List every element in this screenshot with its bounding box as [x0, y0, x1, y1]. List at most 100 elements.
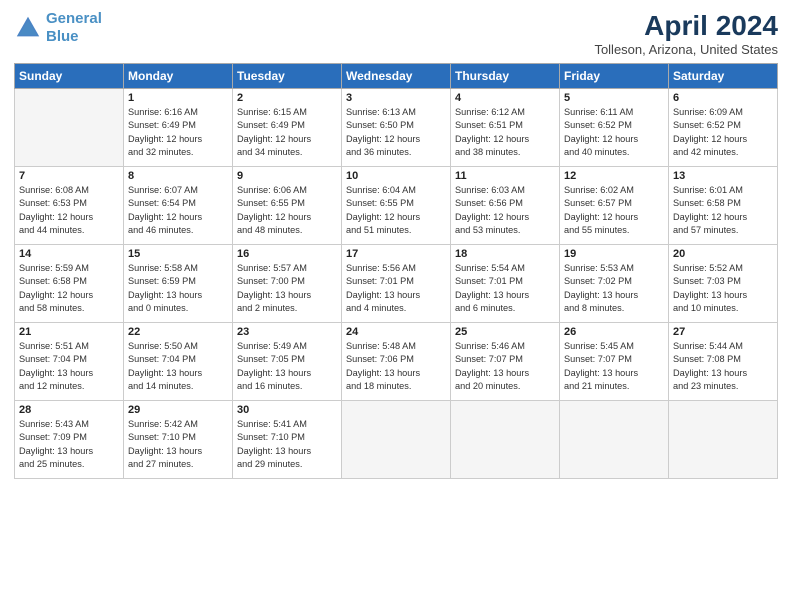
day-info: Sunrise: 5:43 AM Sunset: 7:09 PM Dayligh…: [19, 418, 119, 471]
day-info: Sunrise: 5:44 AM Sunset: 7:08 PM Dayligh…: [673, 340, 773, 393]
day-cell: 21 Sunrise: 5:51 AM Sunset: 7:04 PM Dayli…: [15, 323, 124, 401]
col-sunday: Sunday: [15, 64, 124, 89]
col-thursday: Thursday: [451, 64, 560, 89]
day-number: 2: [237, 92, 337, 104]
day-number: 22: [128, 326, 228, 338]
day-cell: 30 Sunrise: 5:41 AM Sunset: 7:10 PM Dayli…: [233, 401, 342, 479]
day-info: Sunrise: 5:51 AM Sunset: 7:04 PM Dayligh…: [19, 340, 119, 393]
day-info: Sunrise: 6:11 AM Sunset: 6:52 PM Dayligh…: [564, 106, 664, 159]
day-cell: 10 Sunrise: 6:04 AM Sunset: 6:55 PM Dayli…: [342, 167, 451, 245]
day-number: 7: [19, 170, 119, 182]
day-info: Sunrise: 5:59 AM Sunset: 6:58 PM Dayligh…: [19, 262, 119, 315]
day-info: Sunrise: 5:45 AM Sunset: 7:07 PM Dayligh…: [564, 340, 664, 393]
col-monday: Monday: [124, 64, 233, 89]
subtitle: Tolleson, Arizona, United States: [594, 42, 778, 57]
logo-text: General Blue: [46, 10, 102, 46]
day-number: 30: [237, 404, 337, 416]
day-cell: 25 Sunrise: 5:46 AM Sunset: 7:07 PM Dayli…: [451, 323, 560, 401]
day-info: Sunrise: 6:06 AM Sunset: 6:55 PM Dayligh…: [237, 184, 337, 237]
title-block: April 2024 Tolleson, Arizona, United Sta…: [594, 10, 778, 57]
day-info: Sunrise: 6:09 AM Sunset: 6:52 PM Dayligh…: [673, 106, 773, 159]
day-cell: 22Sunrise: 5:50 AM Sunset: 7:04 PM Dayli…: [124, 323, 233, 401]
day-cell: 17Sunrise: 5:56 AM Sunset: 7:01 PM Dayli…: [342, 245, 451, 323]
day-number: 4: [455, 92, 555, 104]
day-cell: [15, 89, 124, 167]
day-number: 20: [673, 248, 773, 260]
logo: General Blue: [14, 10, 102, 46]
day-number: 27: [673, 326, 773, 338]
day-number: 28: [19, 404, 119, 416]
day-number: 26: [564, 326, 664, 338]
day-cell: 8 Sunrise: 6:07 AM Sunset: 6:54 PM Daylig…: [124, 167, 233, 245]
col-tuesday: Tuesday: [233, 64, 342, 89]
day-cell: 2Sunrise: 6:15 AM Sunset: 6:49 PM Daylig…: [233, 89, 342, 167]
day-info: Sunrise: 5:41 AM Sunset: 7:10 PM Dayligh…: [237, 418, 337, 471]
day-info: Sunrise: 6:03 AM Sunset: 6:56 PM Dayligh…: [455, 184, 555, 237]
month-title: April 2024: [594, 10, 778, 42]
day-info: Sunrise: 5:46 AM Sunset: 7:07 PM Dayligh…: [455, 340, 555, 393]
week-row-5: 28 Sunrise: 5:43 AM Sunset: 7:09 PM Dayli…: [15, 401, 778, 479]
page-container: General Blue April 2024 Tolleson, Arizon…: [0, 0, 792, 489]
day-number: 25: [455, 326, 555, 338]
day-cell: 16 Sunrise: 5:57 AM Sunset: 7:00 PM Dayli…: [233, 245, 342, 323]
logo-icon: [14, 14, 42, 42]
day-cell: 1 Sunrise: 6:16 AM Sunset: 6:49 PM Daylig…: [124, 89, 233, 167]
day-number: 6: [673, 92, 773, 104]
day-cell: 4 Sunrise: 6:12 AM Sunset: 6:51 PM Daylig…: [451, 89, 560, 167]
day-info: Sunrise: 5:49 AM Sunset: 7:05 PM Dayligh…: [237, 340, 337, 393]
day-number: 29: [128, 404, 228, 416]
day-number: 8: [128, 170, 228, 182]
day-cell: [560, 401, 669, 479]
day-cell: 18 Sunrise: 5:54 AM Sunset: 7:01 PM Dayli…: [451, 245, 560, 323]
logo-blue: Blue: [46, 28, 79, 45]
day-info: Sunrise: 5:48 AM Sunset: 7:06 PM Dayligh…: [346, 340, 446, 393]
day-number: 5: [564, 92, 664, 104]
day-info: Sunrise: 5:54 AM Sunset: 7:01 PM Dayligh…: [455, 262, 555, 315]
calendar-body: 1 Sunrise: 6:16 AM Sunset: 6:49 PM Daylig…: [15, 89, 778, 479]
week-row-1: 1 Sunrise: 6:16 AM Sunset: 6:49 PM Daylig…: [15, 89, 778, 167]
day-info: Sunrise: 5:57 AM Sunset: 7:00 PM Dayligh…: [237, 262, 337, 315]
col-friday: Friday: [560, 64, 669, 89]
day-cell: 15Sunrise: 5:58 AM Sunset: 6:59 PM Dayli…: [124, 245, 233, 323]
header: General Blue April 2024 Tolleson, Arizon…: [14, 10, 778, 57]
calendar-table: Sunday Monday Tuesday Wednesday Thursday…: [14, 63, 778, 479]
week-row-3: 14 Sunrise: 5:59 AM Sunset: 6:58 PM Dayli…: [15, 245, 778, 323]
week-row-2: 7 Sunrise: 6:08 AM Sunset: 6:53 PM Daylig…: [15, 167, 778, 245]
col-wednesday: Wednesday: [342, 64, 451, 89]
day-info: Sunrise: 6:12 AM Sunset: 6:51 PM Dayligh…: [455, 106, 555, 159]
day-info: Sunrise: 6:04 AM Sunset: 6:55 PM Dayligh…: [346, 184, 446, 237]
header-row: Sunday Monday Tuesday Wednesday Thursday…: [15, 64, 778, 89]
day-info: Sunrise: 6:07 AM Sunset: 6:54 PM Dayligh…: [128, 184, 228, 237]
day-info: Sunrise: 6:02 AM Sunset: 6:57 PM Dayligh…: [564, 184, 664, 237]
day-cell: 14 Sunrise: 5:59 AM Sunset: 6:58 PM Dayli…: [15, 245, 124, 323]
day-number: 10: [346, 170, 446, 182]
day-cell: 19Sunrise: 5:53 AM Sunset: 7:02 PM Dayli…: [560, 245, 669, 323]
day-cell: 11 Sunrise: 6:03 AM Sunset: 6:56 PM Dayli…: [451, 167, 560, 245]
day-number: 3: [346, 92, 446, 104]
day-cell: 12Sunrise: 6:02 AM Sunset: 6:57 PM Dayli…: [560, 167, 669, 245]
day-number: 21: [19, 326, 119, 338]
day-cell: 27 Sunrise: 5:44 AM Sunset: 7:08 PM Dayli…: [669, 323, 778, 401]
day-cell: 3Sunrise: 6:13 AM Sunset: 6:50 PM Daylig…: [342, 89, 451, 167]
day-cell: 24Sunrise: 5:48 AM Sunset: 7:06 PM Dayli…: [342, 323, 451, 401]
day-number: 11: [455, 170, 555, 182]
day-cell: 29 Sunrise: 5:42 AM Sunset: 7:10 PM Dayli…: [124, 401, 233, 479]
day-info: Sunrise: 5:56 AM Sunset: 7:01 PM Dayligh…: [346, 262, 446, 315]
day-info: Sunrise: 5:42 AM Sunset: 7:10 PM Dayligh…: [128, 418, 228, 471]
day-cell: 7 Sunrise: 6:08 AM Sunset: 6:53 PM Daylig…: [15, 167, 124, 245]
day-number: 1: [128, 92, 228, 104]
day-info: Sunrise: 6:16 AM Sunset: 6:49 PM Dayligh…: [128, 106, 228, 159]
logo-general: General: [46, 10, 102, 27]
day-number: 18: [455, 248, 555, 260]
day-cell: [342, 401, 451, 479]
day-cell: 9 Sunrise: 6:06 AM Sunset: 6:55 PM Daylig…: [233, 167, 342, 245]
day-info: Sunrise: 6:01 AM Sunset: 6:58 PM Dayligh…: [673, 184, 773, 237]
day-cell: 23Sunrise: 5:49 AM Sunset: 7:05 PM Dayli…: [233, 323, 342, 401]
day-number: 16: [237, 248, 337, 260]
day-cell: 26 Sunrise: 5:45 AM Sunset: 7:07 PM Dayli…: [560, 323, 669, 401]
day-info: Sunrise: 6:08 AM Sunset: 6:53 PM Dayligh…: [19, 184, 119, 237]
day-cell: 5 Sunrise: 6:11 AM Sunset: 6:52 PM Daylig…: [560, 89, 669, 167]
day-number: 14: [19, 248, 119, 260]
day-number: 9: [237, 170, 337, 182]
day-cell: 13Sunrise: 6:01 AM Sunset: 6:58 PM Dayli…: [669, 167, 778, 245]
